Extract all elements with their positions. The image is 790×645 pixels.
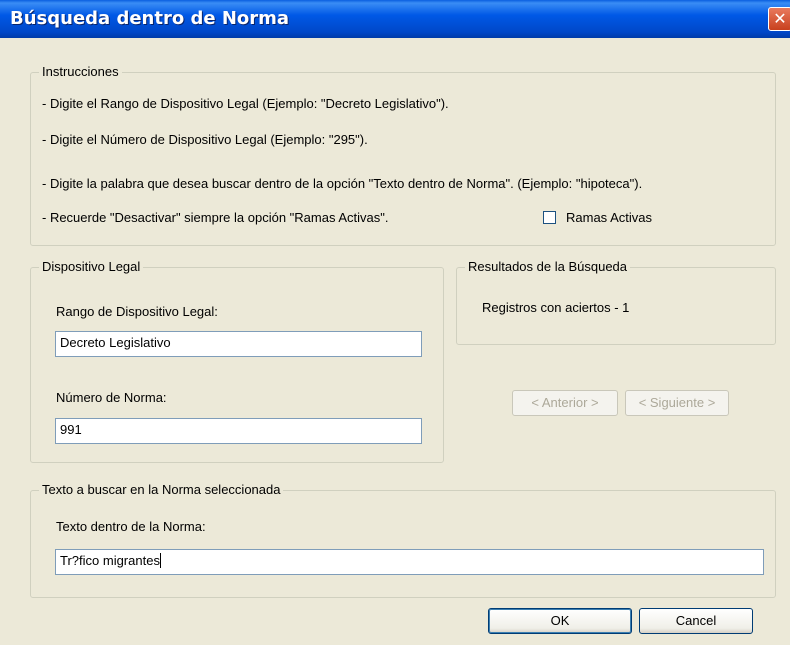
instruction-line-3: - Digite la palabra que desea buscar den… xyxy=(42,176,643,191)
instruction-line-4: - Recuerde "Desactivar" siempre la opció… xyxy=(42,210,389,225)
siguiente-button[interactable]: < Siguiente > xyxy=(625,390,729,416)
texto-group: Texto a buscar en la Norma seleccionada xyxy=(30,482,776,598)
window-title: Búsqueda dentro de Norma xyxy=(10,8,290,29)
texto-input[interactable]: Tr?fico migrantes xyxy=(55,549,764,575)
texto-label: Texto dentro de la Norma: xyxy=(56,519,206,534)
rango-input-value: Decreto Legislativo xyxy=(60,335,171,350)
ok-button[interactable]: OK xyxy=(488,608,632,634)
texto-input-value: Tr?fico migrantes xyxy=(60,553,160,568)
instructions-legend: Instrucciones xyxy=(39,64,122,80)
dispositivo-legal-legend: Dispositivo Legal xyxy=(39,259,144,275)
ramas-activas-checkbox[interactable] xyxy=(543,211,556,224)
texto-legend: Texto a buscar en la Norma seleccionada xyxy=(39,482,284,498)
close-button[interactable]: ✕ xyxy=(768,7,790,31)
search-dialog: Búsqueda dentro de Norma ✕ Instrucciones… xyxy=(0,0,790,645)
ramas-activas-label[interactable]: Ramas Activas xyxy=(566,210,652,226)
instruction-line-2: - Digite el Número de Dispositivo Legal … xyxy=(42,132,368,147)
instruction-line-1: - Digite el Rango de Dispositivo Legal (… xyxy=(42,96,449,111)
resultados-legend: Resultados de la Búsqueda xyxy=(465,259,631,275)
numero-input-value: 991 xyxy=(60,422,82,437)
registros-text: Registros con aciertos - 1 xyxy=(482,300,630,315)
cancel-button[interactable]: Cancel xyxy=(639,608,753,634)
title-bar[interactable]: Búsqueda dentro de Norma xyxy=(0,0,790,38)
numero-label: Número de Norma: xyxy=(56,390,167,405)
numero-input[interactable]: 991 xyxy=(55,418,422,444)
rango-input[interactable]: Decreto Legislativo xyxy=(55,331,422,357)
close-icon: ✕ xyxy=(773,9,787,28)
text-caret xyxy=(159,553,161,568)
rango-label: Rango de Dispositivo Legal: xyxy=(56,304,218,319)
anterior-button[interactable]: < Anterior > xyxy=(512,390,618,416)
